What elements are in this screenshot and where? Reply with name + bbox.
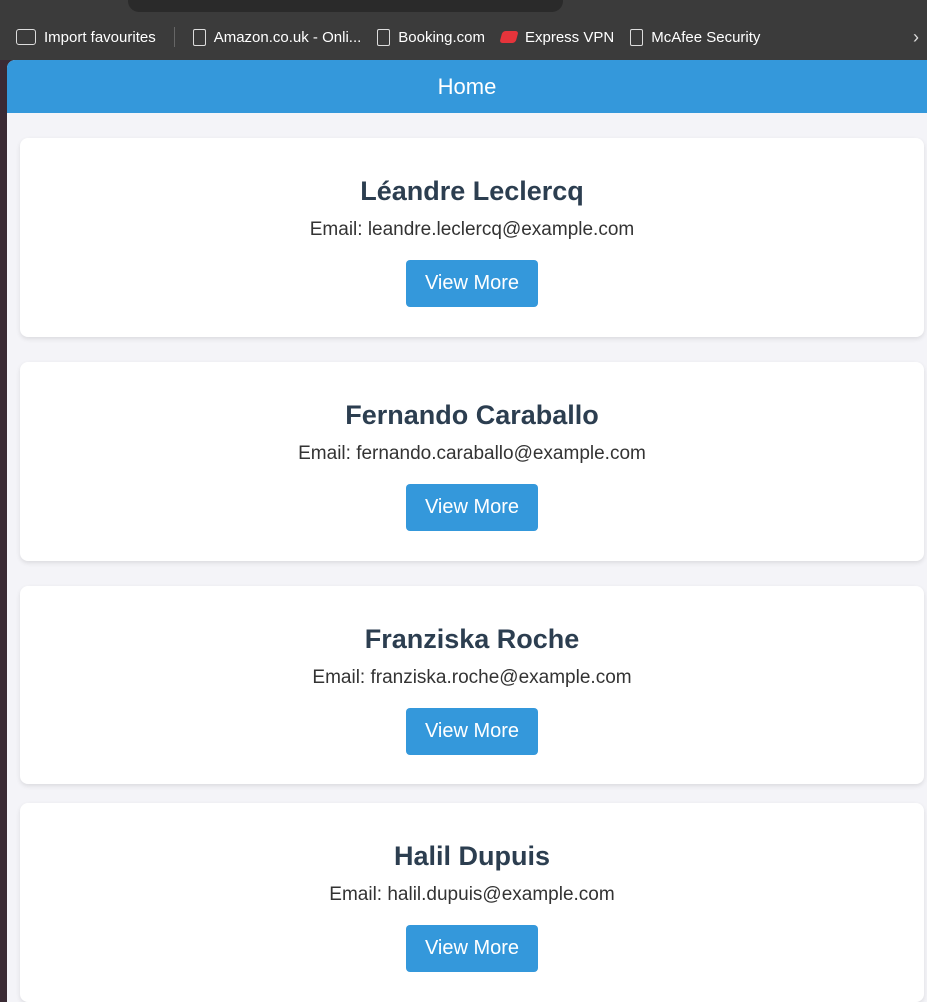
- view-more-button[interactable]: View More: [405, 925, 539, 972]
- user-name: Halil Dupuis: [393, 841, 550, 871]
- user-name: Fernando Caraballo: [345, 400, 599, 430]
- user-name: Franziska Roche: [364, 624, 580, 654]
- expressvpn-icon: [499, 31, 519, 43]
- user-card: Léandre Leclercq Email: leandre.leclercq@…: [20, 138, 924, 337]
- bookmark-label: McAfee Security: [651, 28, 761, 46]
- page-header: Home: [7, 60, 927, 113]
- user-list: Léandre Leclercq Email: leandre.leclercq@…: [7, 113, 927, 1002]
- browser-content-area: Home Léandre Leclercq Email: leandre.lecl…: [0, 60, 927, 1002]
- bookmark-separator: [173, 27, 175, 47]
- user-email: Email: leandre.leclercq@example.com: [309, 219, 635, 240]
- user-card: Franziska Roche Email: franziska.roche@ex…: [20, 586, 924, 784]
- user-email: Email: halil.dupuis@example.com: [329, 884, 615, 905]
- folder-import-icon: [16, 29, 36, 45]
- view-more-button[interactable]: View More: [405, 260, 539, 307]
- page-title: Home: [437, 73, 497, 99]
- bookmark-label: Booking.com: [398, 28, 485, 46]
- page-icon: [630, 28, 644, 46]
- bookmark-booking[interactable]: Booking.com: [377, 28, 485, 46]
- more-bookmarks-chevron-icon[interactable]: ›: [913, 27, 919, 48]
- page-icon: [192, 28, 206, 46]
- page-content: Home Léandre Leclercq Email: leandre.lecl…: [7, 60, 927, 1002]
- user-email: Email: fernando.caraballo@example.com: [298, 443, 646, 464]
- bookmark-label: Express VPN: [525, 28, 615, 46]
- bookmark-label: Import favourites: [44, 28, 156, 46]
- bookmark-label: Amazon.co.uk - Onli...: [213, 28, 362, 46]
- browser-toolbar: [0, 0, 927, 14]
- user-email: Email: franziska.roche@example.com: [312, 667, 632, 688]
- bookmarks-bar: Import favourites Amazon.co.uk - Onli...…: [0, 14, 927, 60]
- user-card: Halil Dupuis Email: halil.dupuis@example.…: [20, 803, 924, 1002]
- user-card: Fernando Caraballo Email: fernando.caraba…: [20, 362, 924, 561]
- view-more-button[interactable]: View More: [405, 484, 539, 531]
- address-bar[interactable]: [128, 0, 563, 12]
- bookmark-express-vpn[interactable]: Express VPN: [499, 28, 615, 46]
- bookmark-mcafee[interactable]: McAfee Security: [630, 28, 761, 46]
- user-name: Léandre Leclercq: [360, 176, 584, 206]
- bookmark-amazon[interactable]: Amazon.co.uk - Onli...: [192, 28, 362, 46]
- view-more-button[interactable]: View More: [405, 708, 539, 755]
- page-icon: [377, 28, 391, 46]
- bookmark-import-favourites[interactable]: Import favourites: [16, 29, 156, 46]
- window-edge: [0, 60, 7, 1002]
